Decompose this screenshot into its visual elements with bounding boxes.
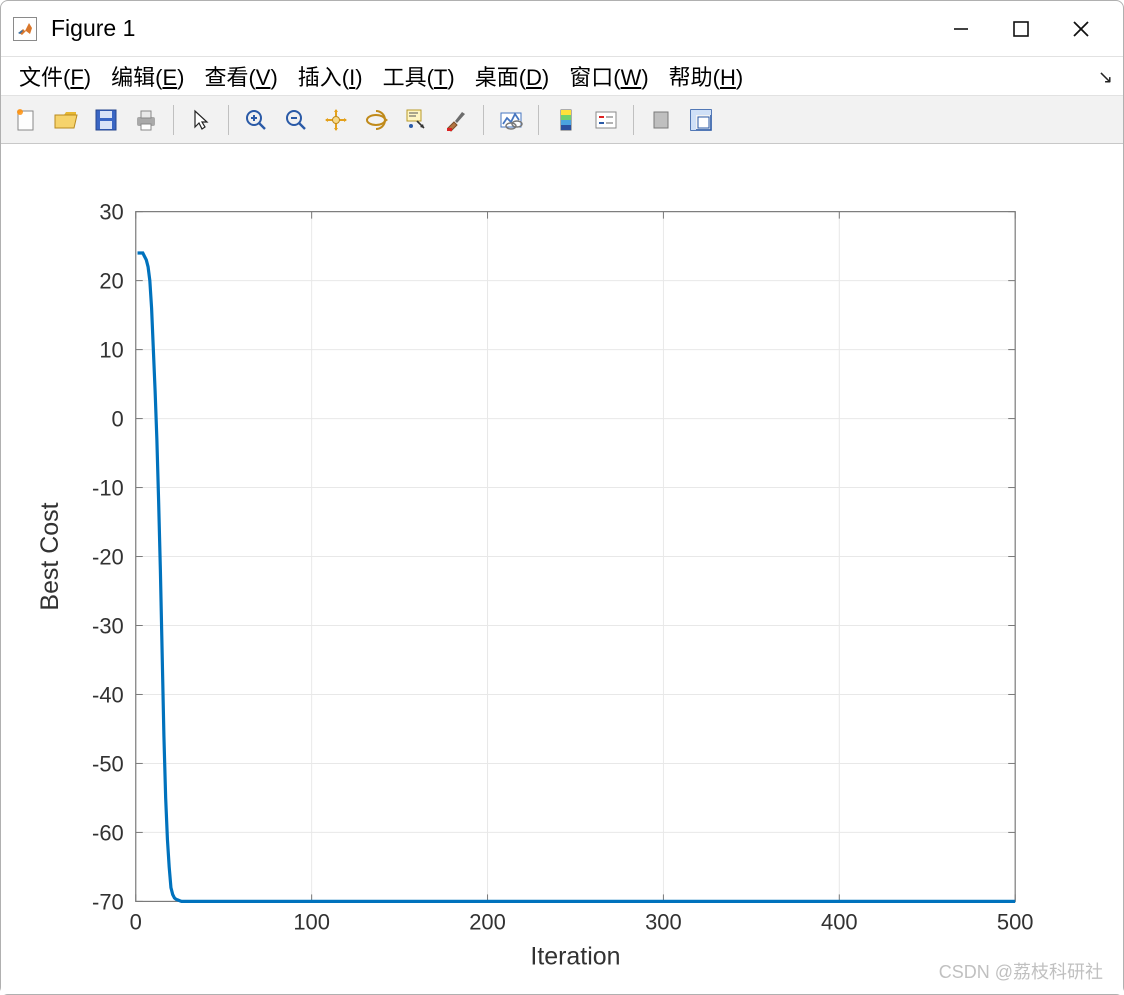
x-tick-label: 0 bbox=[130, 909, 142, 934]
x-tick-label: 200 bbox=[469, 909, 506, 934]
menu-i[interactable]: 插入(I) bbox=[288, 60, 373, 92]
menubar: 文件(F)编辑(E)查看(V)插入(I)工具(T)桌面(D)窗口(W)帮助(H)… bbox=[1, 56, 1123, 96]
hide-plot-tools-icon[interactable] bbox=[644, 103, 678, 137]
y-tick-label: -50 bbox=[92, 751, 124, 776]
toolbar-separator bbox=[173, 105, 174, 135]
axes: 0 100 200 300 400 500 -70 -60 -50 -40 -30 -20 -10 0 10… bbox=[1, 144, 1123, 994]
y-tick-label: -20 bbox=[92, 545, 124, 570]
open-icon[interactable] bbox=[49, 103, 83, 137]
x-tick-label: 300 bbox=[645, 909, 682, 934]
menu-f[interactable]: 文件(F) bbox=[9, 60, 101, 92]
x-tick-label: 400 bbox=[821, 909, 858, 934]
toolbar bbox=[1, 96, 1123, 144]
rotate3d-icon[interactable] bbox=[359, 103, 393, 137]
pointer-icon[interactable] bbox=[184, 103, 218, 137]
matlab-icon bbox=[13, 17, 37, 41]
y-tick-label: -10 bbox=[92, 476, 124, 501]
menu-v[interactable]: 查看(V) bbox=[194, 60, 287, 92]
save-icon[interactable] bbox=[89, 103, 123, 137]
y-tick-label: -30 bbox=[92, 613, 124, 638]
y-tick-label: -70 bbox=[92, 889, 124, 914]
maximize-button[interactable] bbox=[991, 19, 1051, 39]
toolbar-separator bbox=[483, 105, 484, 135]
titlebar: Figure 1 bbox=[1, 1, 1123, 56]
menu-h[interactable]: 帮助(H) bbox=[659, 60, 754, 92]
figure-window: Figure 1 文件(F)编辑(E)查看(V)插入(I)工具(T)桌面(D)窗… bbox=[0, 0, 1124, 995]
brush-icon[interactable] bbox=[439, 103, 473, 137]
window-title: Figure 1 bbox=[51, 15, 135, 42]
link-plot-icon[interactable] bbox=[494, 103, 528, 137]
menu-e[interactable]: 编辑(E) bbox=[101, 60, 194, 92]
series-line bbox=[138, 253, 1016, 901]
print-icon[interactable] bbox=[129, 103, 163, 137]
close-button[interactable] bbox=[1051, 18, 1111, 40]
menu-t[interactable]: 工具(T) bbox=[373, 60, 465, 92]
y-tick-label: -40 bbox=[92, 682, 124, 707]
show-plot-tools-icon[interactable] bbox=[684, 103, 718, 137]
x-axis-label: Iteration bbox=[530, 942, 620, 970]
y-tick-label: 30 bbox=[99, 200, 123, 225]
toolbar-separator bbox=[538, 105, 539, 135]
x-tick-label: 100 bbox=[293, 909, 330, 934]
menu-w[interactable]: 窗口(W) bbox=[559, 60, 658, 92]
zoom-in-icon[interactable] bbox=[239, 103, 273, 137]
y-axis-label: Best Cost bbox=[36, 502, 64, 610]
colorbar-icon[interactable] bbox=[549, 103, 583, 137]
data-cursor-icon[interactable] bbox=[399, 103, 433, 137]
y-tick-label: 0 bbox=[112, 407, 124, 432]
plot-area: 0 100 200 300 400 500 -70 -60 -50 -40 -30 -20 -10 0 10… bbox=[1, 144, 1123, 994]
menu-d[interactable]: 桌面(D) bbox=[465, 60, 560, 92]
legend-icon[interactable] bbox=[589, 103, 623, 137]
new-figure-icon[interactable] bbox=[9, 103, 43, 137]
pan-icon[interactable] bbox=[319, 103, 353, 137]
toolbar-separator bbox=[228, 105, 229, 135]
y-tick-label: 20 bbox=[99, 269, 123, 294]
y-tick-label: -60 bbox=[92, 820, 124, 845]
zoom-out-icon[interactable] bbox=[279, 103, 313, 137]
x-tick-label: 500 bbox=[997, 909, 1034, 934]
toolbar-separator bbox=[633, 105, 634, 135]
minimize-button[interactable] bbox=[931, 19, 991, 39]
y-tick-label: 10 bbox=[99, 338, 123, 363]
dock-arrow-icon[interactable]: ↘ bbox=[1098, 67, 1113, 88]
